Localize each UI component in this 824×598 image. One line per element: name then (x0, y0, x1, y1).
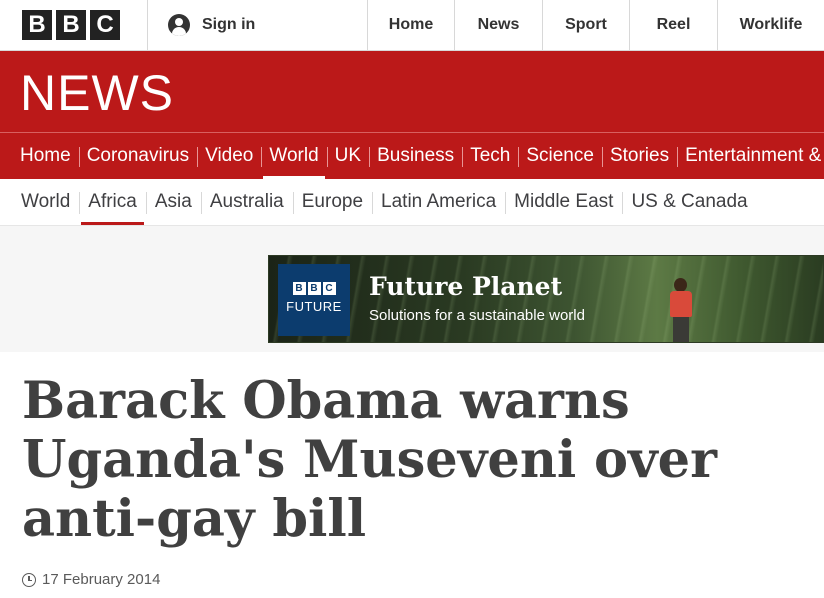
primary-nav-home[interactable]: Home (12, 133, 79, 179)
secondary-nav-africa[interactable]: Africa (79, 179, 146, 225)
promo-title: Future Planet (369, 272, 563, 301)
primary-nav-coronavirus[interactable]: Coronavirus (78, 133, 197, 179)
top-nav-home[interactable]: Home (368, 0, 455, 50)
primary-nav-world[interactable]: World (261, 133, 326, 179)
news-wordmark[interactable]: NEWS (20, 65, 174, 121)
secondary-nav-middle-east[interactable]: Middle East (505, 179, 622, 225)
primary-nav-video[interactable]: Video (197, 133, 261, 179)
secondary-nav-europe[interactable]: Europe (292, 179, 372, 225)
secondary-nav-asia[interactable]: Asia (145, 179, 201, 225)
bbc-future-logo: B B C FUTURE (278, 264, 350, 336)
top-nav: Home News Sport Reel Worklife (368, 0, 824, 50)
primary-nav-tech[interactable]: Tech (462, 133, 518, 179)
secondary-nav: World Africa Asia Australia Europe Latin… (0, 179, 824, 226)
primary-nav-uk[interactable]: UK (326, 133, 369, 179)
bbc-logo[interactable]: B B C (0, 0, 148, 50)
primary-nav-stories[interactable]: Stories (601, 133, 677, 179)
promo-person-figure (665, 276, 695, 342)
primary-nav: Home Coronavirus Video World UK Business… (0, 132, 824, 179)
top-nav-news[interactable]: News (455, 0, 543, 50)
bbc-logo-letter: B (22, 10, 52, 40)
sign-in-label: Sign in (202, 16, 256, 33)
bbc-future-logo-letter: C (322, 282, 336, 295)
primary-nav-business[interactable]: Business (369, 133, 462, 179)
future-planet-promo[interactable]: B B C FUTURE Future Planet Solutions for… (268, 255, 824, 343)
bbc-future-logo-text: FUTURE (286, 299, 342, 314)
primary-nav-science[interactable]: Science (518, 133, 602, 179)
top-nav-worklife[interactable]: Worklife (718, 0, 824, 50)
bbc-top-bar: B B C Sign in Home News Sport Reel Workl… (0, 0, 824, 51)
news-banner: NEWS (0, 51, 824, 132)
top-nav-sport[interactable]: Sport (543, 0, 630, 50)
bbc-logo-letter: C (90, 10, 120, 40)
user-icon (168, 14, 190, 36)
top-nav-reel[interactable]: Reel (630, 0, 718, 50)
clock-icon (22, 572, 36, 587)
secondary-nav-us-canada[interactable]: US & Canada (622, 179, 756, 225)
promo-subtitle: Solutions for a sustainable world (369, 307, 585, 324)
article-headline: Barack Obama warns Uganda's Museveni ove… (22, 371, 717, 549)
secondary-nav-australia[interactable]: Australia (200, 179, 293, 225)
bbc-logo-letter: B (56, 10, 86, 40)
primary-nav-entertainment[interactable]: Entertainment & Arts (677, 133, 824, 179)
ad-zone: B B C FUTURE Future Planet Solutions for… (0, 226, 824, 352)
bbc-future-logo-letter: B (307, 282, 321, 295)
article-date: 17 February 2014 (42, 571, 161, 588)
bbc-future-logo-letter: B (292, 282, 306, 295)
secondary-nav-latin-america[interactable]: Latin America (372, 179, 505, 225)
secondary-nav-world[interactable]: World (12, 179, 79, 225)
sign-in-link[interactable]: Sign in (148, 0, 368, 50)
article-date-row: 17 February 2014 (22, 571, 160, 588)
